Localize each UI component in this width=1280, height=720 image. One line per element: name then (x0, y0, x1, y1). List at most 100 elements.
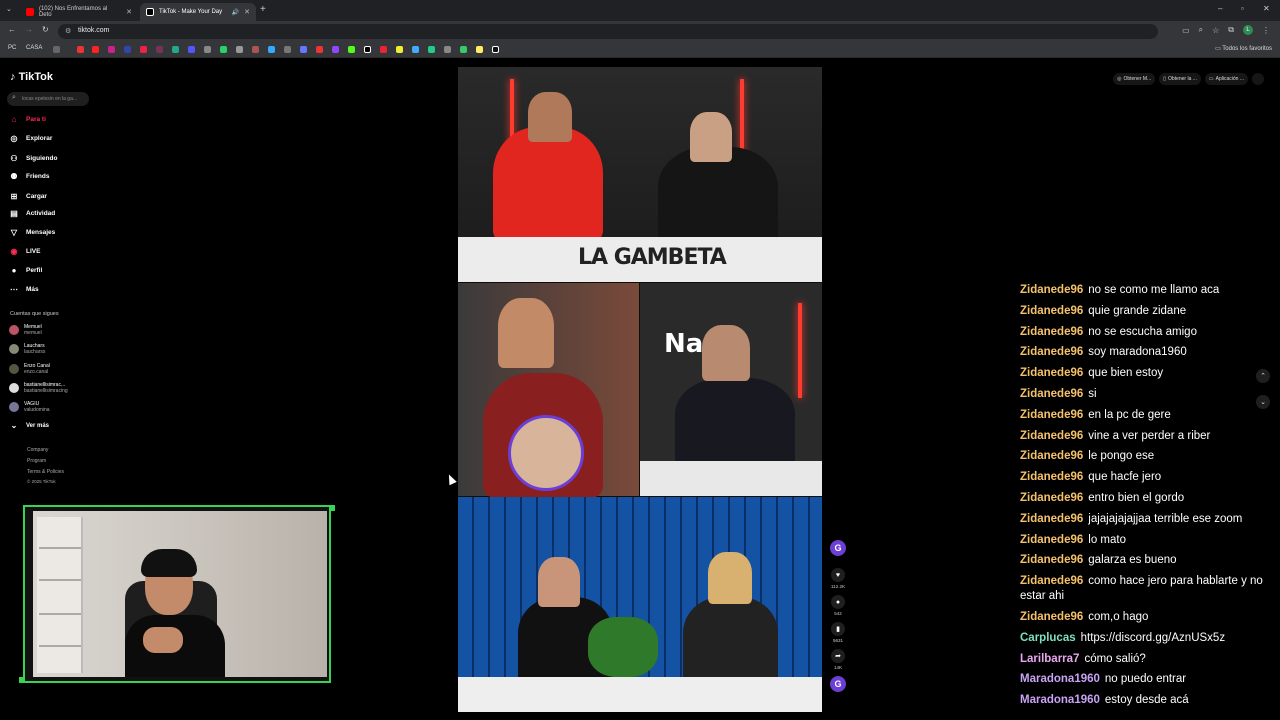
bookmark-icon[interactable] (77, 46, 84, 53)
cast-icon[interactable]: ▭ (1182, 26, 1190, 35)
bookmark-apps-icon[interactable] (53, 46, 60, 53)
share-count: 14K (833, 665, 842, 670)
twitch-icon[interactable] (332, 46, 339, 53)
tab-search-icon[interactable]: ⌄ (6, 5, 12, 13)
following-account[interactable]: bastianellisimrac... bastianellisimracing (9, 382, 68, 394)
bookmark-icon[interactable] (316, 46, 323, 53)
forward-button[interactable]: → (25, 25, 33, 34)
chat-username: Carplucas (1020, 631, 1076, 644)
nav-explorar[interactable]: ◎ Explorar (9, 134, 53, 143)
bookmark-icon[interactable] (140, 46, 147, 53)
profile-avatar[interactable]: L (1243, 25, 1253, 35)
bookmark-icon[interactable] (396, 46, 403, 53)
bookmark-icon[interactable] (204, 46, 211, 53)
bookmark-icon[interactable] (412, 46, 419, 53)
bookmark-icon[interactable] (444, 46, 451, 53)
bookmark-icon[interactable] (172, 46, 179, 53)
comment-action[interactable]: ● 542 (831, 595, 845, 616)
bookmark-star-icon[interactable]: ☆ (1212, 26, 1219, 35)
bookmark-icon[interactable] (428, 46, 435, 53)
kick-icon[interactable] (348, 46, 355, 53)
following-account[interactable]: Lauchars laucharss (9, 343, 45, 355)
chat-message: Larilbarra7 cómo salió? (1020, 652, 1276, 667)
bookmark-icon[interactable] (124, 46, 131, 53)
menu-icon[interactable]: ⋮ (1262, 26, 1270, 35)
site-info-icon[interactable]: ⚙ (65, 27, 71, 35)
reload-button[interactable]: ↻ (42, 25, 49, 34)
new-tab-button[interactable]: + (260, 4, 266, 15)
music-disc-icon[interactable]: G (830, 676, 846, 692)
nav-mas[interactable]: ⋯ Más (9, 285, 39, 294)
search-input[interactable]: ⌕ locas epelesin en la ga... (7, 92, 89, 106)
tiktok-logo[interactable]: ♪ TikTok (10, 71, 53, 83)
bookmark-casa[interactable]: CASA (26, 45, 42, 51)
neon-light (798, 303, 802, 398)
tab-tiktok[interactable]: TikTok - Make Your Day 🔊 ✕ (140, 3, 256, 21)
bookmark-icon[interactable] (108, 46, 115, 53)
url-text: tiktok.com (78, 27, 110, 34)
nav-friends[interactable]: ⚉ Friends (9, 172, 49, 181)
bookmark-icon[interactable] (268, 46, 275, 53)
audio-icon[interactable]: 🔊 (232, 9, 239, 16)
zoom-icon[interactable]: ⌕ (1199, 25, 1203, 35)
close-tab-icon[interactable]: ✕ (244, 8, 250, 16)
share-action[interactable]: ➦ 14K (831, 649, 845, 670)
bookmark-icon[interactable] (92, 46, 99, 53)
get-coins-button[interactable]: ◎ Obtener M... (1113, 73, 1156, 85)
avatar (9, 402, 19, 412)
get-app-button[interactable]: ▯ Obtener la ... (1159, 73, 1201, 85)
footer-program[interactable]: Program (27, 458, 46, 464)
nav-para-ti[interactable]: ⌂ Para ti (9, 115, 46, 124)
x-icon[interactable] (364, 46, 371, 53)
video-panel-studio: LA GAMBETA (458, 67, 822, 282)
save-count: 5631 (832, 638, 843, 643)
chat-message: Zidanede96 lo mato (1020, 533, 1276, 548)
tab-youtube[interactable]: (102) Nos Enfrentamos al Deto ✕ (20, 3, 138, 21)
bookmark-icon[interactable] (476, 46, 483, 53)
bookmark-icon[interactable] (188, 46, 195, 53)
avatar (9, 364, 19, 374)
extensions-icon[interactable]: ⧉ (1228, 25, 1234, 35)
see-more-button[interactable]: ⌄ Ver más (9, 421, 49, 430)
bookmark-icon[interactable] (252, 46, 259, 53)
comment-count: 542 (834, 611, 842, 616)
back-button[interactable]: ← (8, 25, 16, 34)
search-text: locas epelesin en la ga... (22, 96, 78, 102)
nav-perfil[interactable]: ● Perfil (9, 266, 43, 275)
profile-avatar[interactable] (1252, 73, 1264, 85)
close-window-button[interactable]: ✕ (1263, 4, 1270, 13)
footer-terms[interactable]: Terms & Policies (27, 469, 64, 475)
video-player[interactable]: LA GAMBETA Na (458, 67, 822, 712)
following-account[interactable]: Enzo Canal enzo.canal (9, 363, 50, 375)
save-action[interactable]: ▮ 5631 (831, 622, 845, 643)
tiktok-bookmark-icon[interactable] (492, 46, 499, 53)
nav-siguiendo[interactable]: ⚇ Siguiendo (9, 154, 57, 163)
nav-live[interactable]: ◉ LIVE (9, 247, 41, 256)
creator-avatar[interactable]: G (830, 540, 846, 556)
desktop-app-button[interactable]: ▭ Aplicación ... (1204, 73, 1248, 85)
bookmark-icon[interactable] (156, 46, 163, 53)
whatsapp-icon[interactable] (220, 46, 227, 53)
bookmark-icon[interactable] (300, 46, 307, 53)
tab-label: (102) Nos Enfrentamos al Deto (38, 6, 108, 18)
minimize-button[interactable]: – (1218, 4, 1222, 13)
nav-actividad[interactable]: ▤ Actividad (9, 209, 55, 218)
footer-company[interactable]: Company (27, 447, 48, 453)
bookmark-pc[interactable]: PC (8, 45, 16, 51)
close-tab-icon[interactable]: ✕ (126, 8, 132, 16)
all-favorites-label: Todos los favoritos (1222, 46, 1272, 52)
profile-icon: ● (11, 266, 17, 275)
like-action[interactable]: ♥ 112.2K (831, 568, 845, 589)
host-left (493, 127, 603, 242)
bookmark-icon[interactable] (380, 46, 387, 53)
bookmark-all-favorites[interactable]: ▭ Todos los favoritos (1215, 45, 1272, 52)
following-account[interactable]: VAGIU valudomina (9, 401, 50, 413)
maximize-button[interactable]: ▫ (1241, 4, 1244, 13)
following-account[interactable]: Memuel memuel (9, 324, 42, 336)
bookmark-icon[interactable] (284, 46, 291, 53)
bookmark-icon[interactable] (236, 46, 243, 53)
nav-cargar[interactable]: ⊞ Cargar (9, 192, 47, 201)
nav-mensajes[interactable]: ▽ Mensajes (9, 228, 55, 237)
url-input[interactable]: ⚙ tiktok.com (58, 24, 1158, 39)
bookmark-icon[interactable] (460, 46, 467, 53)
